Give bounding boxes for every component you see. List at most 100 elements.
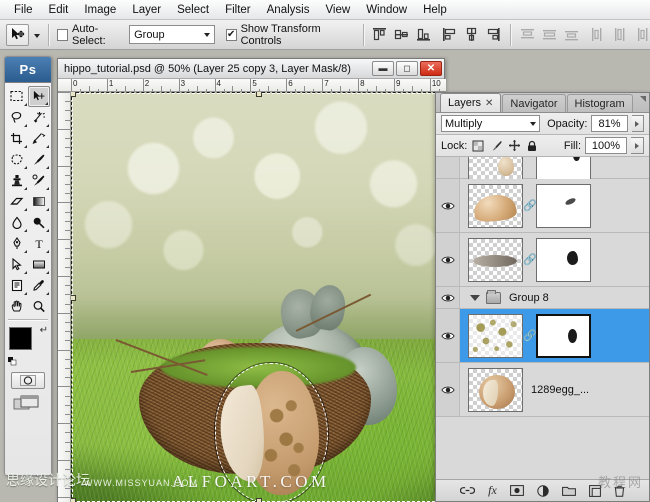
menu-item-layer[interactable]: Layer	[124, 2, 169, 18]
distribute-horizontal-centers-icon[interactable]	[611, 26, 628, 43]
lock-transparent-pixels-icon[interactable]	[471, 139, 485, 153]
table-row[interactable]: 🔗	[436, 233, 649, 287]
horizontal-ruler[interactable]: 012345678910	[58, 79, 446, 92]
menu-item-image[interactable]: Image	[76, 2, 124, 18]
layer-visibility-toggle[interactable]	[436, 233, 460, 286]
type-tool-icon[interactable]: T	[28, 233, 50, 254]
opacity-slider-arrow[interactable]	[632, 115, 644, 132]
eyedropper-tool-icon[interactable]	[28, 275, 50, 296]
brush-tool-icon[interactable]	[28, 149, 50, 170]
menu-item-help[interactable]: Help	[415, 2, 455, 18]
patch-tool-icon[interactable]	[6, 149, 28, 170]
auto-select-dropdown[interactable]: Group	[129, 25, 215, 44]
tool-preset-caret[interactable]	[34, 29, 40, 41]
align-bottom-edges-icon[interactable]	[415, 26, 432, 43]
layer-mask-thumbnail[interactable]	[536, 314, 591, 358]
menu-item-filter[interactable]: Filter	[217, 2, 259, 18]
zoom-tool-icon[interactable]	[28, 296, 50, 317]
lock-position-icon[interactable]	[507, 139, 521, 153]
panel-collapse-icon[interactable]	[640, 96, 646, 102]
close-icon[interactable]: ✕	[485, 98, 493, 109]
layer-thumbnail[interactable]	[468, 184, 523, 228]
minimize-button[interactable]: ▬	[372, 61, 394, 76]
dodge-tool-icon[interactable]	[28, 212, 50, 233]
menu-item-window[interactable]: Window	[358, 2, 415, 18]
document-title-bar[interactable]: hippo_tutorial.psd @ 50% (Layer 25 copy …	[58, 59, 444, 79]
magic-wand-tool-icon[interactable]	[28, 107, 50, 128]
fill-input[interactable]: 100%	[585, 137, 627, 154]
lasso-tool-icon[interactable]	[6, 107, 28, 128]
tool-preset-picker[interactable]	[6, 24, 29, 46]
layer-thumbnail[interactable]	[468, 368, 523, 412]
distribute-left-edges-icon[interactable]	[589, 26, 606, 43]
align-horizontal-centers-icon[interactable]	[463, 26, 480, 43]
hand-tool-icon[interactable]	[6, 296, 28, 317]
rectangle-shape-tool-icon[interactable]	[28, 254, 50, 275]
layer-visibility-toggle[interactable]	[436, 179, 460, 232]
table-row[interactable]: 1289egg_...	[436, 363, 649, 417]
link-layers-icon[interactable]	[460, 486, 475, 495]
group-expand-chevron-icon[interactable]	[470, 295, 480, 301]
new-group-icon[interactable]	[562, 485, 576, 496]
slice-tool-icon[interactable]	[28, 128, 50, 149]
swap-colors-icon[interactable]: ↵	[40, 325, 48, 336]
clone-stamp-tool-icon[interactable]	[6, 170, 28, 191]
new-adjustment-layer-icon[interactable]	[537, 485, 549, 497]
crop-tool-icon[interactable]	[6, 128, 28, 149]
lock-image-pixels-icon[interactable]	[489, 139, 503, 153]
auto-select-checkbox[interactable]	[57, 29, 68, 41]
blur-tool-icon[interactable]	[6, 212, 28, 233]
default-colors-icon[interactable]	[8, 357, 17, 366]
table-row[interactable]	[436, 157, 649, 179]
distribute-bottom-edges-icon[interactable]	[563, 26, 580, 43]
align-left-edges-icon[interactable]	[441, 26, 458, 43]
group-visibility-toggle[interactable]	[436, 287, 460, 308]
menu-item-select[interactable]: Select	[169, 2, 217, 18]
layer-link-icon[interactable]: 🔗	[523, 329, 536, 342]
notes-tool-icon[interactable]	[6, 275, 28, 296]
layer-thumbnail[interactable]	[468, 157, 523, 182]
distribute-right-edges-icon[interactable]	[633, 26, 650, 43]
layer-mask-thumbnail[interactable]	[536, 238, 591, 282]
table-row[interactable]: 🔗	[436, 179, 649, 233]
menu-item-edit[interactable]: Edit	[41, 2, 77, 18]
close-button[interactable]: ✕	[420, 61, 442, 76]
layer-visibility-toggle[interactable]	[436, 309, 460, 362]
table-row[interactable]: 🔗	[436, 309, 649, 363]
screen-mode-icon[interactable]	[13, 395, 43, 415]
layer-visibility-toggle[interactable]	[436, 157, 460, 178]
eraser-tool-icon[interactable]	[6, 191, 28, 212]
align-vertical-centers-icon[interactable]	[393, 26, 410, 43]
menu-item-view[interactable]: View	[317, 2, 358, 18]
layer-thumbnail[interactable]	[468, 238, 523, 282]
layer-list[interactable]: 🔗 🔗	[436, 157, 649, 479]
layer-mask-thumbnail[interactable]	[536, 184, 591, 228]
blend-mode-dropdown[interactable]: Multiply	[441, 115, 540, 132]
foreground-color-swatch[interactable]	[9, 327, 32, 350]
opacity-input[interactable]: 81%	[591, 115, 627, 132]
add-layer-mask-icon[interactable]	[510, 485, 524, 496]
distribute-vertical-centers-icon[interactable]	[541, 26, 558, 43]
layer-visibility-toggle[interactable]	[436, 363, 460, 416]
canvas-viewport[interactable]	[71, 92, 446, 502]
tab-histogram[interactable]: Histogram	[567, 94, 633, 112]
fill-slider-arrow[interactable]	[631, 137, 644, 154]
layer-link-icon[interactable]: 🔗	[523, 199, 536, 212]
layer-link-icon[interactable]: 🔗	[523, 253, 536, 266]
tab-layers[interactable]: Layers ✕	[440, 93, 501, 112]
pen-tool-icon[interactable]	[6, 233, 28, 254]
tab-navigator[interactable]: Navigator	[502, 94, 565, 112]
rectangular-marquee-tool-icon[interactable]	[6, 86, 28, 107]
layer-mask-thumbnail[interactable]	[536, 157, 591, 182]
layer-style-fx-icon[interactable]: fx	[488, 483, 497, 498]
menu-item-analysis[interactable]: Analysis	[259, 2, 318, 18]
move-tool-icon[interactable]	[28, 86, 50, 107]
gradient-tool-icon[interactable]	[28, 191, 50, 212]
path-selection-tool-icon[interactable]	[6, 254, 28, 275]
align-top-edges-icon[interactable]	[371, 26, 388, 43]
vertical-ruler[interactable]	[58, 92, 71, 502]
history-brush-tool-icon[interactable]	[28, 170, 50, 191]
restore-button[interactable]: ◻	[396, 61, 418, 76]
layer-thumbnail[interactable]	[468, 314, 523, 358]
lock-all-icon[interactable]	[525, 139, 539, 153]
